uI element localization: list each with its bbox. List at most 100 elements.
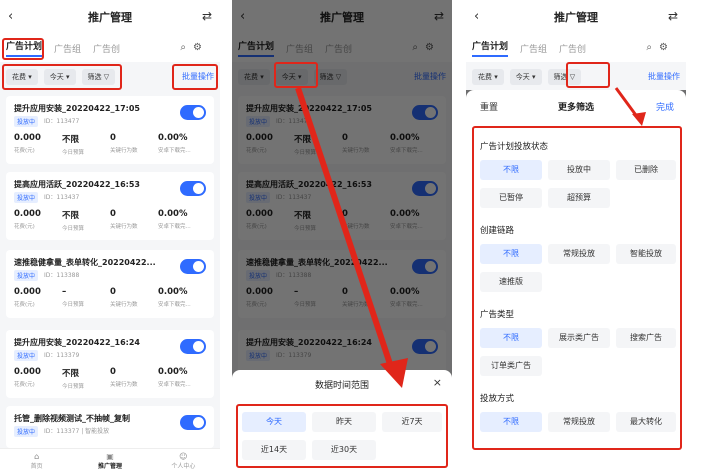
filter-bar: 花费 ▾ 今天 ▾ 筛选 ▽ 批量操作	[466, 62, 686, 92]
tab-campaign[interactable]: 广告计划	[472, 39, 509, 57]
search-icon[interactable]: ⌕	[646, 42, 652, 53]
page-title: 推广管理	[554, 11, 598, 24]
metrics-row: 0.000 花费(元) 不限今日预算 0 关键行为数 0.00% 安卓下载完...	[14, 367, 206, 390]
tab-adgroup[interactable]: 广告组	[520, 42, 547, 55]
done-button[interactable]: 完成	[656, 100, 674, 113]
campaign-card[interactable]: 提升应用安装_20220422_17:05 投放中 ID：113477 0.00…	[6, 96, 214, 164]
search-icon[interactable]: ⌕	[180, 42, 186, 53]
section-title-chain: 创建链路	[480, 226, 515, 236]
date-chip[interactable]: 今天 ▾	[509, 69, 542, 85]
switch-icon[interactable]: ⇄	[668, 9, 678, 23]
screen-campaign-list: ‹ 推广管理 ⇄ 广告计划 广告组 广告创 ⌕ ⚙ 花费 ▾ 今天 ▾ 筛选 ▽…	[0, 0, 220, 474]
batch-button[interactable]: 批量操作	[648, 71, 680, 82]
rate-value: 0.00%	[158, 287, 188, 297]
tab-creative[interactable]: 广告创	[93, 42, 120, 55]
status-option-deleted[interactable]: 已删除	[616, 160, 676, 180]
spend-label: 花费(元)	[14, 224, 35, 230]
back-icon[interactable]: ‹	[8, 9, 13, 24]
filter-bar: 花费 ▾ 今天 ▾ 筛选 ▽ 批量操作	[0, 62, 220, 92]
campaign-toggle[interactable]	[180, 259, 206, 274]
tab-bar: 广告计划 广告组 广告创 ⌕ ⚙	[0, 34, 220, 62]
method-option-all[interactable]: 不限	[480, 412, 542, 432]
section-title-adtype: 广告类型	[480, 310, 515, 320]
campaign-title: 速推稳健拿量_表单转化_20220422...	[14, 258, 156, 267]
close-icon[interactable]: ×	[433, 376, 442, 389]
nav-label: 推广管理	[97, 463, 122, 470]
adtype-option-all[interactable]: 不限	[480, 328, 542, 348]
section-title-method: 投放方式	[480, 394, 515, 404]
campaign-card[interactable]: 提高应用活跃_20220422_16:53 投放中 ID：113437 0.00…	[6, 172, 214, 240]
date-chip[interactable]: 今天 ▾	[43, 69, 76, 85]
campaign-title: 提高应用活跃_20220422_16:53	[14, 180, 140, 189]
nav-label: 个人中心	[171, 463, 196, 470]
campaign-card[interactable]: 托管_删除视频测试_不抽帧_复制 投放中 ID：113377 | 智能投放	[6, 406, 214, 448]
status-badge: 投放中	[14, 426, 39, 437]
date-option-30days[interactable]: 近30天	[312, 440, 376, 460]
batch-button[interactable]: 批量操作	[182, 71, 214, 82]
budget-label: 今日预算	[62, 226, 85, 232]
method-option-maxconv[interactable]: 最大转化	[616, 412, 676, 432]
metrics-row: 0.000 花费(元) 不限今日预算 0 关键行为数 0.00% 安卓下载完...	[14, 133, 206, 156]
tab-campaign[interactable]: 广告计划	[6, 39, 43, 57]
actions-value: 0	[110, 367, 116, 377]
section-title-status: 广告计划投放状态	[480, 142, 549, 152]
chain-option-smart[interactable]: 智能投放	[616, 244, 676, 264]
adtype-option-search[interactable]: 搜索广告	[616, 328, 676, 348]
date-option-7days[interactable]: 近7天	[382, 412, 442, 432]
spend-value: 0.000	[14, 209, 41, 219]
spend-value: 0.000	[14, 287, 41, 297]
campaign-toggle[interactable]	[180, 339, 206, 354]
adtype-option-order[interactable]: 订单类广告	[480, 356, 542, 376]
filter-chip[interactable]: 筛选 ▽	[547, 69, 582, 85]
tab-adgroup[interactable]: 广告组	[54, 42, 81, 55]
chain-option-all[interactable]: 不限	[480, 244, 542, 264]
switch-icon[interactable]: ⇄	[202, 9, 212, 23]
campaign-card[interactable]: 提升应用安装_20220422_16:24 投放中 ID：113379 0.00…	[6, 330, 214, 398]
campaign-toggle[interactable]	[180, 181, 206, 196]
campaign-card[interactable]: 速推稳健拿量_表单转化_20220422... 投放中 ID：113388 0.…	[6, 250, 214, 318]
budget-value: 不限	[62, 211, 80, 221]
folder-icon: ▣	[106, 452, 114, 461]
date-option-14days[interactable]: 近14天	[242, 440, 306, 460]
metrics-row: 0.000 花费(元) – 今日预算 0 关键行为数 0.00% 安卓下载完...	[14, 287, 206, 308]
rate-label: 安卓下载完...	[158, 224, 191, 230]
rate-value: 0.00%	[158, 133, 188, 143]
campaign-toggle[interactable]	[180, 105, 206, 120]
nav-promotion[interactable]: ▣ 推广管理	[73, 449, 146, 474]
method-option-regular[interactable]: 常规投放	[548, 412, 610, 432]
actions-label: 关键行为数	[110, 224, 138, 230]
status-option-overbudget[interactable]: 超预算	[548, 188, 610, 208]
budget-label: 今日预算	[62, 302, 85, 308]
back-icon[interactable]: ‹	[474, 9, 479, 24]
date-option-yesterday[interactable]: 昨天	[312, 412, 376, 432]
campaign-title: 提升应用安装_20220422_16:24	[14, 338, 140, 347]
actions-value: 0	[110, 209, 116, 219]
user-icon: ☺	[179, 452, 188, 461]
campaign-id: ID：113477	[44, 118, 80, 125]
settings-icon[interactable]: ⚙	[659, 42, 668, 53]
campaign-toggle[interactable]	[180, 415, 206, 430]
date-option-today[interactable]: 今天	[242, 412, 306, 432]
spend-sort-chip[interactable]: 花费 ▾	[472, 69, 504, 85]
status-option-paused[interactable]: 已暂停	[480, 188, 542, 208]
screen-date-range: ‹ 推广管理 ⇄ 广告计划 广告组 广告创 ⌕ ⚙ 花费 ▾ 今天 ▾ 筛选 ▽…	[232, 0, 452, 474]
status-option-running[interactable]: 投放中	[548, 160, 610, 180]
nav-profile[interactable]: ☺ 个人中心	[147, 449, 220, 474]
filter-chip[interactable]: 筛选 ▽	[81, 69, 116, 85]
bottom-nav: ⌂ 首页 ▣ 推广管理 ☺ 个人中心	[0, 448, 220, 474]
nav-home[interactable]: ⌂ 首页	[0, 449, 73, 474]
spend-sort-chip[interactable]: 花费 ▾	[6, 69, 38, 85]
status-option-all[interactable]: 不限	[480, 160, 542, 180]
chain-option-quick[interactable]: 速推版	[480, 272, 542, 292]
campaign-id: ID：113437	[44, 194, 80, 201]
tab-creative[interactable]: 广告创	[559, 42, 586, 55]
settings-icon[interactable]: ⚙	[193, 42, 202, 53]
actions-label: 关键行为数	[110, 148, 138, 154]
actions-label: 关键行为数	[110, 382, 138, 388]
chain-option-regular[interactable]: 常规投放	[548, 244, 610, 264]
budget-label: 今日预算	[62, 150, 85, 156]
spend-value: 0.000	[14, 367, 41, 377]
adtype-option-display[interactable]: 展示类广告	[548, 328, 610, 348]
spend-label: 花费(元)	[14, 148, 35, 154]
campaign-id: ID：113379	[44, 352, 80, 359]
